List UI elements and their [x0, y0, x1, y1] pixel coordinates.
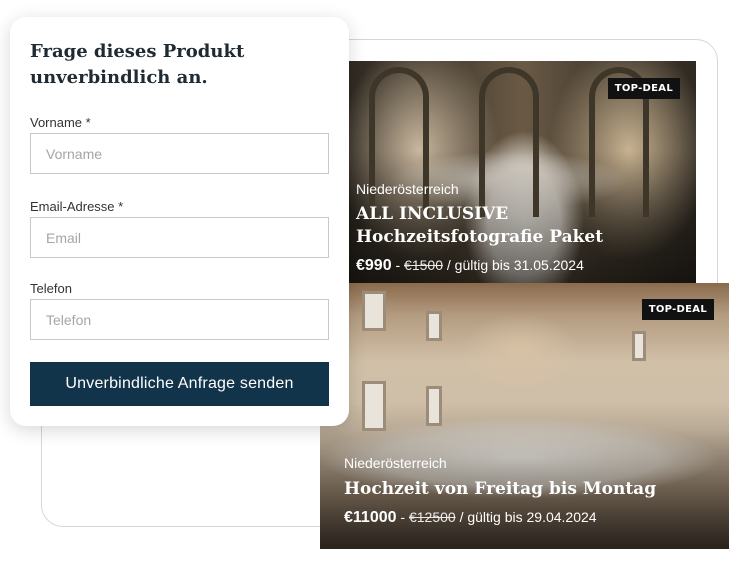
- deal-price-line: €990 - €1500 / gültig bis 31.05.2024: [356, 257, 584, 275]
- email-label: Email-Adresse *: [30, 199, 124, 214]
- deal-card-wedding-weekend[interactable]: TOP-DEAL Niederösterreich Hochzeit von F…: [320, 283, 729, 549]
- deal-title[interactable]: ALL INCLUSIVE Hochzeitsfotografie Paket: [356, 203, 686, 249]
- window-decoration: [362, 291, 386, 331]
- window-decoration: [632, 331, 646, 361]
- deal-old-price: €1500: [404, 257, 443, 273]
- top-deal-badge: TOP-DEAL: [641, 299, 714, 320]
- deal-old-price: €12500: [408, 509, 456, 525]
- price-separator: -: [395, 257, 401, 273]
- email-input[interactable]: [30, 217, 329, 258]
- top-deal-badge: TOP-DEAL: [607, 78, 680, 99]
- form-title: Frage dieses Produkt unverbindlich an.: [30, 41, 245, 88]
- price-separator: -: [400, 509, 406, 525]
- inquiry-form-card: Frage dieses Produkt unverbindlich an. V…: [10, 17, 349, 426]
- deal-region: Niederösterreich: [356, 181, 459, 197]
- window-decoration: [426, 386, 442, 426]
- deal-validity: / gültig bis 31.05.2024: [446, 257, 584, 273]
- deal-validity: / gültig bis 29.04.2024: [459, 509, 597, 525]
- arch-decoration: [479, 67, 539, 217]
- window-decoration: [362, 381, 386, 431]
- first-name-input[interactable]: [30, 133, 329, 174]
- submit-inquiry-button[interactable]: Unverbindliche Anfrage senden: [30, 362, 329, 406]
- phone-label: Telefon: [30, 281, 72, 296]
- deal-region: Niederösterreich: [344, 455, 447, 471]
- deal-price: €990: [356, 257, 392, 274]
- window-decoration: [426, 311, 442, 341]
- first-name-label: Vorname *: [30, 115, 91, 130]
- deal-title[interactable]: Hochzeit von Freitag bis Montag: [344, 478, 714, 501]
- deal-card-photography[interactable]: TOP-DEAL Niederösterreich ALL INCLUSIVE …: [349, 61, 696, 283]
- deal-price-line: €11000 - €12500 / gültig bis 29.04.2024: [344, 509, 597, 527]
- deal-price: €11000: [344, 509, 397, 526]
- phone-input[interactable]: [30, 299, 329, 340]
